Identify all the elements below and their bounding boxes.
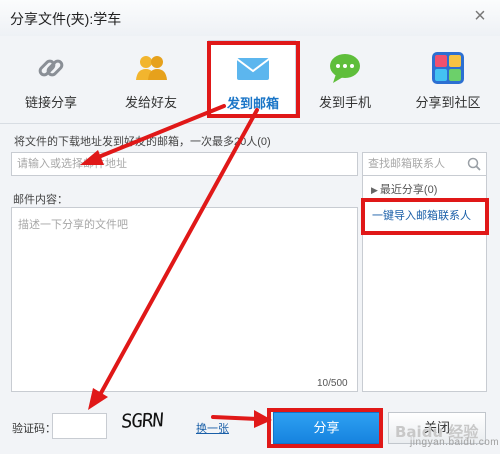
community-icon [432,52,464,84]
captcha-label: 验证码： [12,423,56,435]
contact-search-input[interactable] [363,153,463,175]
tab-label: 分享到社区 [415,95,481,110]
captcha-code: SGRN [120,409,164,433]
expand-arrow-icon: ▶ [371,185,378,195]
window-close-icon[interactable]: × [470,6,490,26]
tab-send-phone[interactable]: 发到手机 [301,40,389,118]
message-label: 邮件内容： [13,194,68,206]
title-bar: 分享文件(夹):学车 × [0,0,500,36]
annotation-box-email-tab [207,41,300,118]
window-title: 分享文件(夹):学车 [10,11,122,27]
email-hint: 将文件的下载地址发到好友的邮箱，一次最多20人(0) [14,136,271,148]
recent-shares-group[interactable]: ▶ 最近分享(0) [371,181,437,197]
email-address-input[interactable] [11,152,358,176]
annotation-box-import [361,198,489,235]
tab-send-friends[interactable]: 发给好友 [107,40,195,118]
captcha-image: SGRN [120,409,183,444]
refresh-captcha-link[interactable]: 换一张 [196,420,229,436]
friends-icon [136,56,167,80]
tab-link-share[interactable]: 链接分享 [7,40,95,118]
tab-label: 发到手机 [318,95,371,110]
link-icon [38,59,64,77]
contact-search-box [362,152,487,176]
tab-label: 发给好友 [124,95,177,110]
captcha-input[interactable] [52,413,107,439]
character-counter: 10/500 [317,378,348,389]
tab-share-community[interactable]: 分享到社区 [404,40,492,118]
annotation-box-share [267,408,383,448]
tab-label: 链接分享 [24,95,77,110]
watermark-url: jingyan.baidu.com [410,437,500,448]
message-textarea[interactable] [11,207,358,392]
search-icon[interactable] [467,157,481,171]
chat-bubble-icon [330,54,360,83]
recent-shares-label: 最近分享(0) [379,184,438,196]
